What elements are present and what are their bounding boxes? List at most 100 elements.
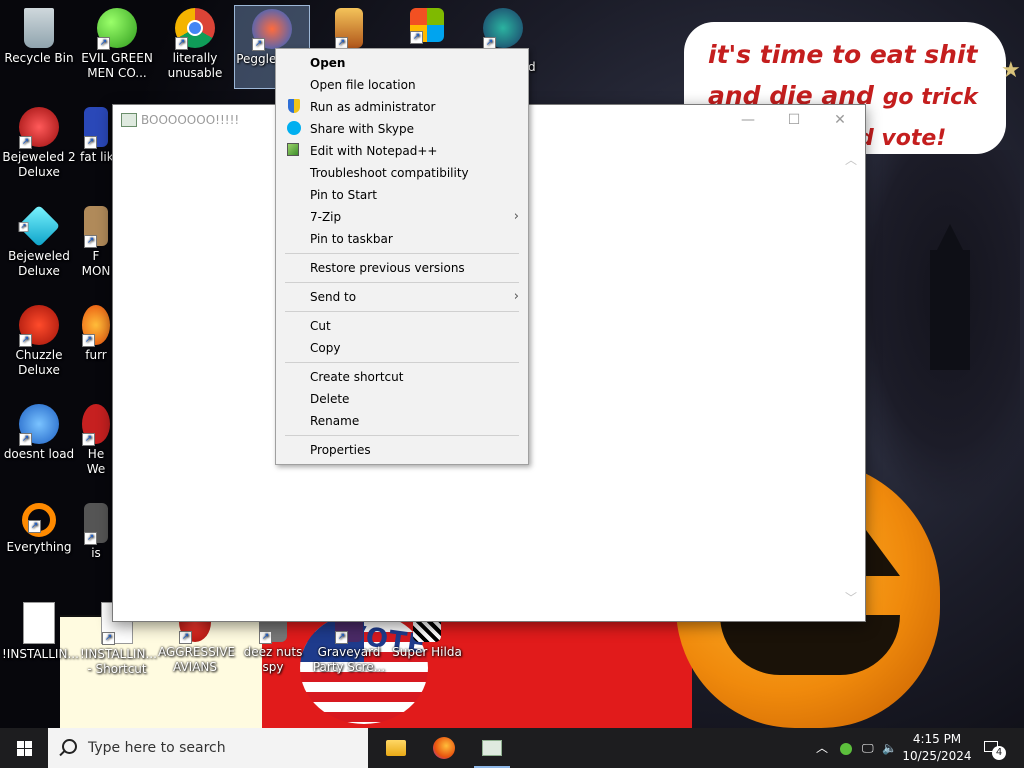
menu-item-delete[interactable]: Delete [276,388,528,410]
tray-app-icon[interactable] [840,728,852,768]
diamond-icon: ↗ [17,204,61,248]
minimize-button[interactable]: — [725,105,771,135]
menu-item-pin-to-taskbar[interactable]: Pin to taskbar [276,228,528,250]
menu-item-label: Troubleshoot compatibility [310,166,469,180]
desktop-icon-evil-green[interactable]: ↗ EVIL GREEN MEN CO... [80,8,154,81]
desktop-icon-top-app-3[interactable]: ↗ d [466,8,540,74]
document-icon [23,602,55,644]
desktop-icon-bejeweled[interactable]: ↗ Bejeweled Deluxe [2,204,76,279]
green-men-icon: ↗ [97,8,137,50]
desktop-icon-furr[interactable]: ↗ furr [80,305,112,363]
taskbar-firefox[interactable] [420,728,468,768]
menu-item-run-as-administrator[interactable]: Run as administrator [276,96,528,118]
menu-item-properties[interactable]: Properties [276,439,528,461]
menu-item-open-file-location[interactable]: Open file location [276,74,528,96]
thunderbird-icon: ↗ [19,404,59,446]
menu-separator [285,362,519,363]
menu-item-label: Share with Skype [310,122,414,136]
notification-center-button[interactable]: 4 [978,728,1024,768]
desktop-icon-label: is [91,546,101,560]
uac-shield-icon [288,99,300,113]
context-menu: Open Open file location Run as administrat… [275,48,529,465]
menu-item-share-with-skype[interactable]: Share with Skype [276,118,528,140]
desktop-icon-label: literally unusable [167,51,223,80]
desktop-icon-label: doesnt load [3,447,75,461]
desktop-icon-bejeweled-2[interactable]: ↗ Bejeweled 2 Deluxe [2,107,76,180]
chevron-right-icon: › [513,289,519,304]
menu-separator [285,311,519,312]
clock-time: 4:15 PM [912,732,962,746]
close-button[interactable]: ✕ [817,105,863,135]
menu-item-rename[interactable]: Rename [276,410,528,432]
desktop-icon-label: Recycle Bin [4,51,74,65]
app-icon: ↗ [335,8,363,50]
taskbar-clock[interactable]: 4:15 PM 10/25/2024 [900,731,974,765]
menu-item-label: Edit with Notepad++ [310,144,438,158]
desktop-icon-recycle-bin[interactable]: Recycle Bin [2,8,76,66]
scroll-up-arrow-icon[interactable]: ︿ [845,151,857,168]
menu-item-open[interactable]: Open [276,52,528,74]
maximize-button[interactable]: ☐ [771,105,817,135]
desktop-icon-label: Graveyard Party Scre... [312,645,386,674]
menu-item-label: Pin to Start [310,188,377,202]
menu-item-copy[interactable]: Copy [276,337,528,359]
firefox-icon [433,737,455,759]
menu-item-label: Copy [310,341,341,355]
notification-count-badge: 4 [992,746,1006,760]
desktop-icon-label: !INSTALLIN... [2,647,79,661]
menu-item-restore-previous-versions[interactable]: Restore previous versions [276,257,528,279]
start-button[interactable] [0,728,48,768]
window-app-icon [121,113,137,127]
menu-item-send-to[interactable]: Send to › [276,286,528,308]
desktop-icon-installing[interactable]: !INSTALLIN... [2,602,79,662]
menu-item-label: Cut [310,319,331,333]
network-icon[interactable]: 🖵 [862,728,874,768]
desktop-icon-everything[interactable]: ↗ Everything [2,503,76,555]
menu-item-create-shortcut[interactable]: Create shortcut [276,366,528,388]
chrome-icon: ↗ [175,8,215,50]
bubble-line-1: it's time to eat shit [708,40,978,69]
desktop-icon-top-app-2[interactable]: ↗ [390,8,464,45]
chevron-right-icon: › [513,209,519,224]
taskbar: Type here to search ︿ 🖵 🔈 4:15 PM 10/25/… [0,728,1024,768]
desktop-icon-doesnt-load[interactable]: ↗ doesnt load [2,404,76,462]
menu-separator [285,435,519,436]
desktop-icon-label: AGGRESSIVE AVIANS [158,645,236,674]
taskbar-search-box[interactable]: Type here to search [48,728,368,768]
desktop-icon-label: Super Hilda [392,645,462,659]
desktop-icon-label: d [528,60,536,74]
app-icon: ↗ [84,107,108,149]
desktop-icon-label: furr [85,348,107,362]
desktop-icon-label: He We [86,447,106,476]
desktop-icon-top-app-1[interactable]: ↗ [312,8,386,51]
star-icon: ★ [1001,58,1021,83]
menu-item-pin-to-start[interactable]: Pin to Start [276,184,528,206]
app-icon: ↗ [82,404,110,446]
desktop-icon-label: Bejeweled 2 Deluxe [2,150,76,179]
tray-overflow-chevron-icon[interactable]: ︿ [816,728,828,768]
menu-item-edit-with-notepad[interactable]: Edit with Notepad++ [276,140,528,162]
firefox-icon: ↗ [82,305,110,347]
file-explorer-icon [386,740,406,756]
scroll-down-arrow-icon[interactable]: ﹀ [845,589,857,606]
menu-item-label: Rename [310,414,360,428]
desktop-icon-is[interactable]: ↗ is [80,503,112,561]
desktop-icon-literally-unusable[interactable]: ↗ literally unusable [158,8,232,81]
taskbar-active-window[interactable] [468,728,516,768]
bubble-line-2b: go trick [882,85,978,110]
desktop-icon-he-we[interactable]: ↗ He We [80,404,112,477]
desktop-icon-fat-like[interactable]: ↗ fat like [80,107,112,165]
window-title: BOOOOOOO!!!!! [141,113,240,127]
search-placeholder: Type here to search [88,740,226,756]
desktop-icon-chuzzle[interactable]: ↗ Chuzzle Deluxe [2,305,76,378]
volume-icon[interactable]: 🔈 [882,728,897,768]
menu-item-troubleshoot-compatibility[interactable]: Troubleshoot compatibility [276,162,528,184]
desktop-icon-label: !INSTALLIN... - Shortcut [80,647,157,676]
menu-item-label: 7-Zip [310,210,342,224]
menu-item-cut[interactable]: Cut [276,315,528,337]
menu-item-label: Open [310,56,346,70]
taskbar-file-explorer[interactable] [372,728,420,768]
desktop-icon-f-mon[interactable]: ↗ F MON [80,206,112,279]
menu-item-7-zip[interactable]: 7-Zip › [276,206,528,228]
search-magnifier-icon: ↗ [22,503,56,537]
